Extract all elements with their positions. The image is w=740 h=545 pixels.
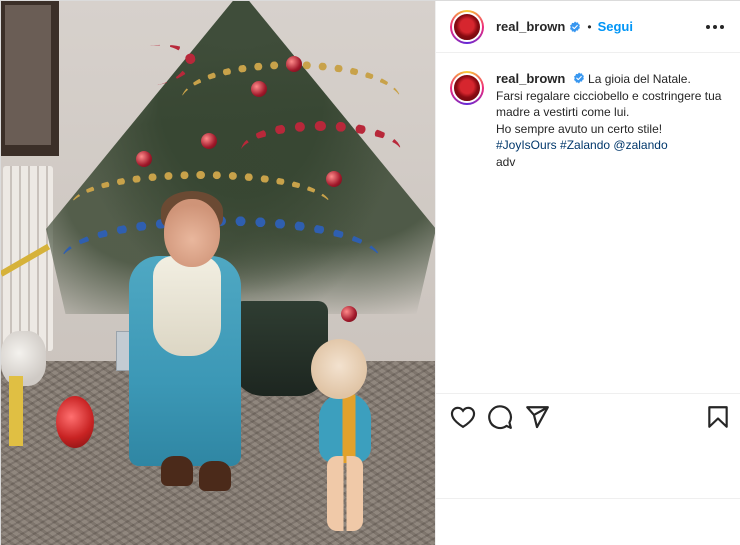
caption-line-3: Ho sempre avuto un certo stile!: [496, 121, 663, 136]
caption: real_brown La gioia del Natale. Farsi re…: [450, 71, 730, 170]
child-bib: [153, 256, 221, 356]
post-photo[interactable]: [1, 1, 435, 545]
post-sidebar: real_brown • Segui real_brown La gioia d…: [435, 1, 740, 545]
caption-line-2: Farsi regalare cicciobello e costringere…: [496, 88, 722, 120]
child-shoe: [199, 461, 231, 491]
paper-plane-icon[interactable]: [524, 404, 550, 430]
ornament: [251, 81, 267, 97]
ornament: [341, 306, 357, 322]
post-header: real_brown • Segui: [436, 1, 740, 53]
child-face: [164, 199, 220, 267]
avatar[interactable]: [450, 9, 484, 44]
tricycle-seat: [1, 331, 46, 386]
ornament: [136, 151, 152, 167]
verified-badge-icon: [573, 72, 584, 84]
verified-badge-icon: [570, 21, 581, 32]
photo-window: [1, 1, 59, 156]
header-username[interactable]: real_brown: [496, 19, 565, 34]
caption-hashtags[interactable]: #JoyIsOurs #Zalando: [496, 138, 610, 152]
comment-icon[interactable]: [487, 404, 513, 430]
follow-button[interactable]: Segui: [598, 19, 633, 34]
ornament: [326, 171, 342, 187]
comment-divider: [436, 498, 740, 499]
tricycle-frame: [9, 376, 23, 446]
doll-head: [311, 339, 367, 399]
instagram-post: real_brown • Segui real_brown La gioia d…: [0, 0, 740, 545]
heart-icon[interactable]: [450, 404, 476, 430]
ornament: [286, 56, 302, 72]
header-separator: •: [587, 19, 592, 34]
caption-mention[interactable]: @zalando: [613, 138, 667, 152]
more-options-icon[interactable]: [703, 15, 727, 39]
caption-avatar[interactable]: [450, 71, 484, 105]
caption-text: real_brown La gioia del Natale. Farsi re…: [496, 71, 728, 170]
bookmark-icon[interactable]: [705, 404, 731, 430]
tinsel-gold: [181, 61, 401, 141]
child-shoe: [161, 456, 193, 486]
doll-body: [319, 393, 371, 463]
tricycle-wheel: [56, 396, 94, 448]
doll-legs: [327, 456, 363, 531]
caption-line-1: La gioia del Natale.: [588, 72, 691, 86]
ornament: [201, 133, 217, 149]
action-bar: [436, 393, 740, 439]
caption-adv-tag: adv: [496, 154, 516, 169]
caption-username[interactable]: real_brown: [496, 71, 565, 86]
